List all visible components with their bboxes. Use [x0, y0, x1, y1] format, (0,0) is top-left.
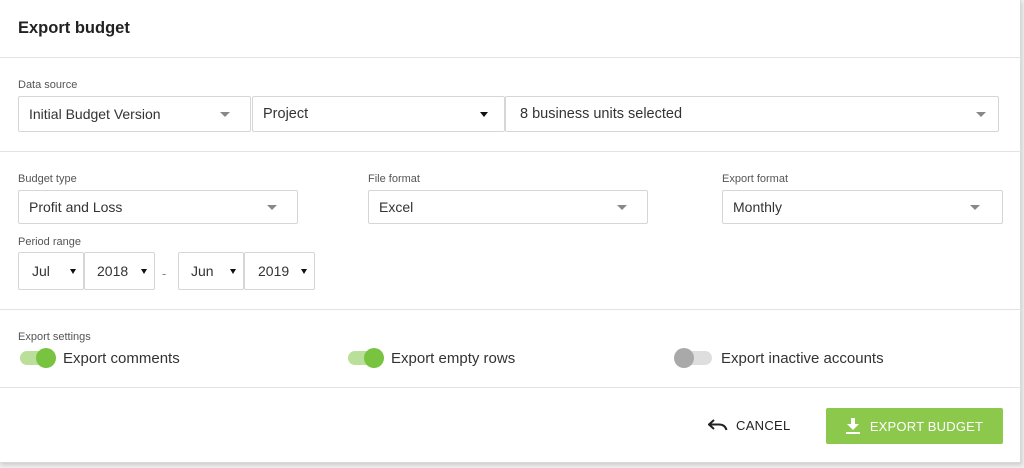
- cancel-button[interactable]: CANCEL: [708, 414, 791, 436]
- divider: [0, 387, 1021, 388]
- toggle-label: Export empty rows: [391, 349, 516, 367]
- export-format-select[interactable]: Monthly: [722, 190, 1003, 224]
- dimension-value: Project: [263, 106, 309, 122]
- period-range-label: Period range: [18, 236, 81, 248]
- file-format-label: File format: [368, 173, 420, 185]
- toggle-switch[interactable]: [674, 348, 712, 368]
- dialog-title: Export budget: [18, 19, 130, 37]
- toggle-switch[interactable]: [20, 348, 56, 368]
- period-separator: -: [162, 266, 167, 281]
- caret-down-icon: [301, 269, 307, 274]
- export-settings-label: Export settings: [18, 331, 91, 343]
- file-format-value: Excel: [379, 199, 414, 215]
- caret-down-icon: [230, 269, 236, 274]
- export-format-label: Export format: [722, 173, 789, 185]
- divider: [0, 151, 1021, 152]
- export-budget-button[interactable]: EXPORT BUDGET: [826, 408, 1003, 444]
- toggle-knob: [674, 348, 694, 368]
- export-inactive-accounts-toggle[interactable]: Export inactive accounts: [674, 347, 884, 369]
- export-empty-rows-toggle[interactable]: Export empty rows: [348, 347, 515, 369]
- caret-down-icon: [480, 112, 488, 117]
- caret-down-icon: [970, 205, 980, 210]
- data-source-label: Data source: [18, 79, 78, 91]
- end-month-select[interactable]: Jun: [178, 252, 244, 290]
- toggle-label: Export comments: [63, 349, 180, 367]
- divider: [0, 309, 1021, 310]
- undo-arrow-icon: [708, 419, 728, 431]
- export-comments-toggle[interactable]: Export comments: [20, 347, 180, 369]
- export-format-value: Monthly: [733, 199, 783, 215]
- file-format-select[interactable]: Excel: [368, 190, 648, 224]
- divider: [0, 57, 1021, 58]
- cancel-label: CANCEL: [736, 417, 791, 433]
- caret-down-icon: [220, 112, 230, 117]
- caret-down-icon: [267, 205, 277, 210]
- business-units-select[interactable]: 8 business units selected: [505, 96, 999, 132]
- budget-type-label: Budget type: [18, 173, 77, 185]
- budget-type-value: Profit and Loss: [29, 199, 123, 215]
- budget-version-value: Initial Budget Version: [29, 106, 161, 122]
- end-year-select[interactable]: 2019: [244, 252, 315, 290]
- start-month-select[interactable]: Jul: [18, 252, 84, 290]
- start-year-select[interactable]: 2018: [84, 252, 155, 290]
- caret-down-icon: [617, 205, 627, 210]
- download-icon: [845, 418, 860, 434]
- toggle-switch[interactable]: [348, 348, 384, 368]
- caret-down-icon: [70, 269, 76, 274]
- dimension-select[interactable]: Project: [252, 96, 505, 132]
- business-units-value: 8 business units selected: [520, 106, 683, 122]
- caret-down-icon: [976, 112, 986, 117]
- export-budget-dialog: Export budget Data source Initial Budget…: [0, 0, 1021, 463]
- budget-version-select[interactable]: Initial Budget Version: [18, 96, 251, 132]
- budget-type-select[interactable]: Profit and Loss: [18, 190, 298, 224]
- toggle-knob: [364, 348, 384, 368]
- caret-down-icon: [141, 269, 147, 274]
- toggle-knob: [36, 348, 56, 368]
- export-budget-label: EXPORT BUDGET: [869, 418, 984, 434]
- toggle-label: Export inactive accounts: [721, 349, 884, 367]
